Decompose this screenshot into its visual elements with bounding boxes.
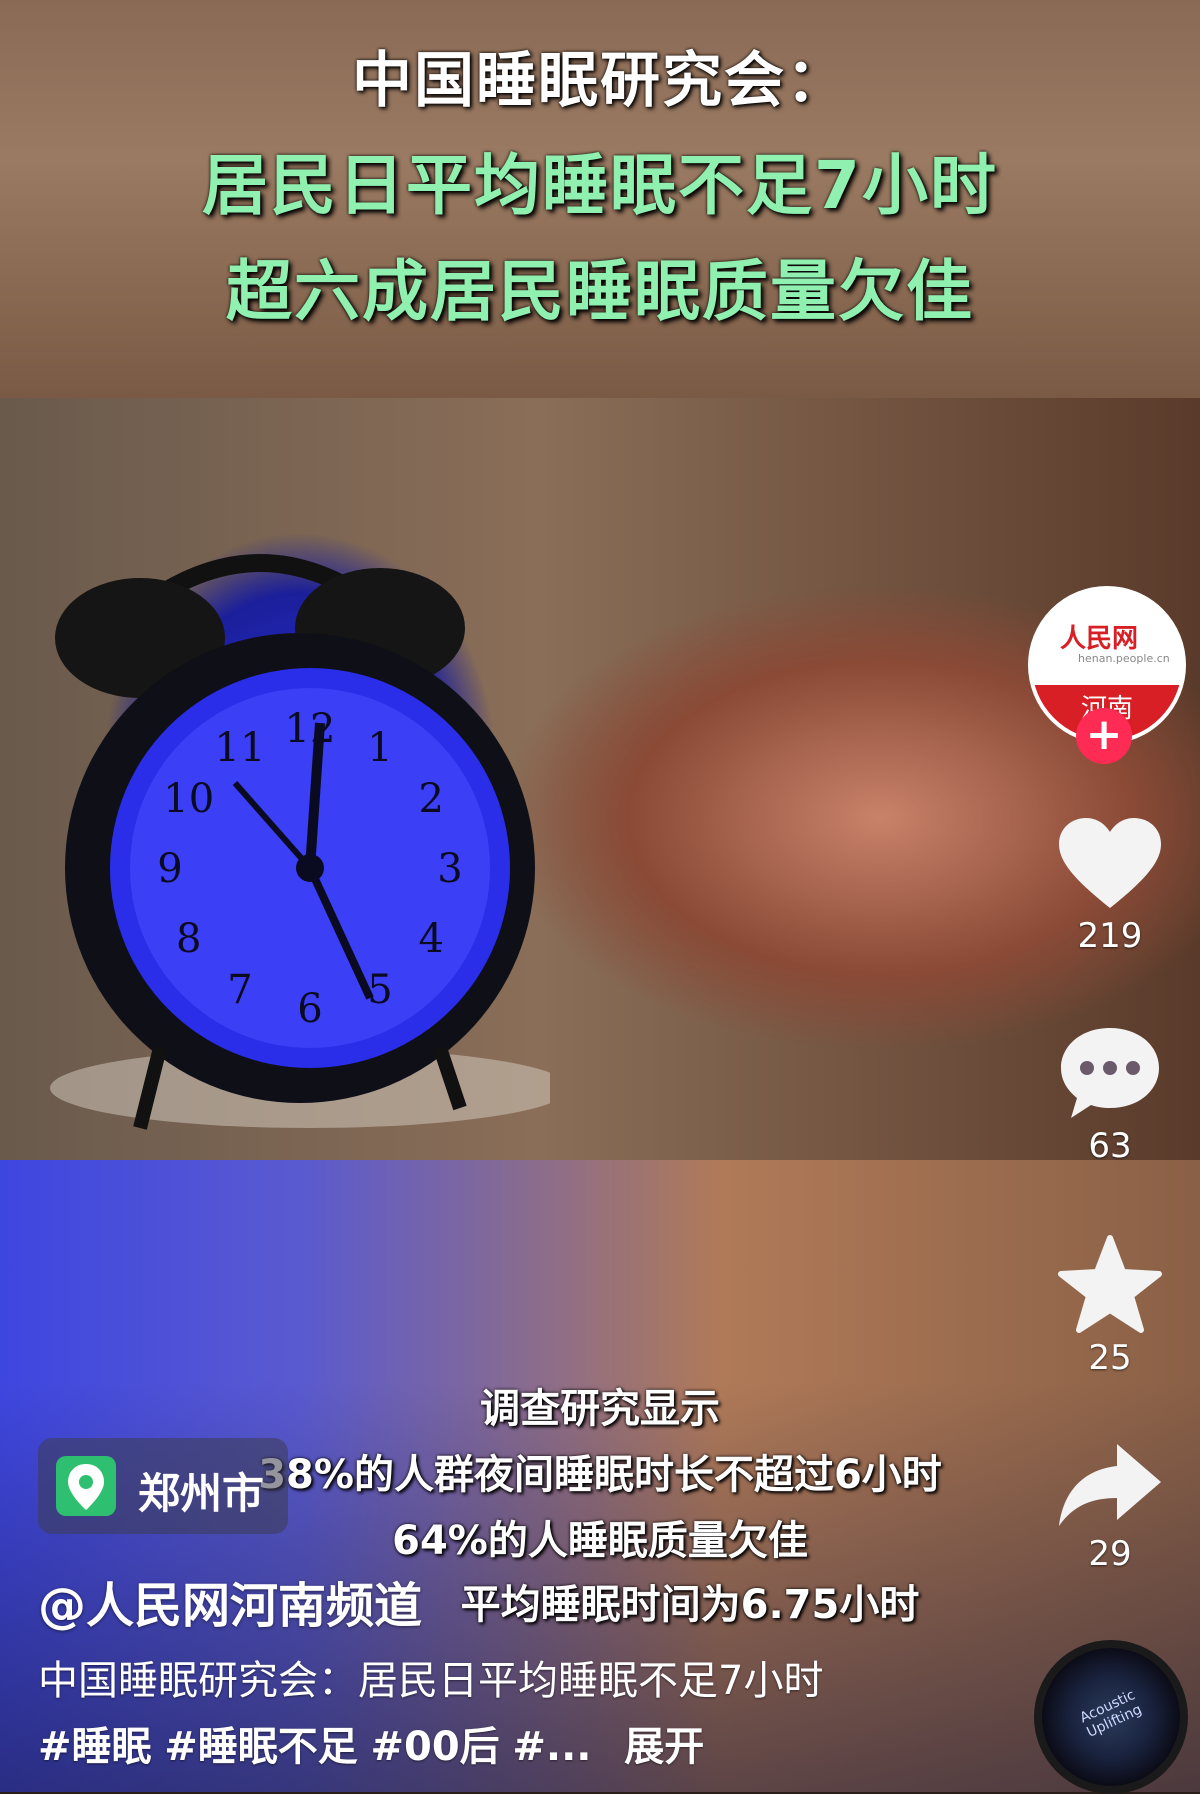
star-icon	[1058, 1235, 1162, 1333]
music-disc[interactable]: Acoustic Uplifting	[1034, 1640, 1188, 1794]
author-name[interactable]: @人民网河南频道	[38, 1566, 422, 1636]
music-title: Acoustic Uplifting	[1077, 1687, 1145, 1741]
comment-bubble-icon	[1061, 1028, 1159, 1118]
subtitle-line-1: 调查研究显示	[480, 1386, 720, 1432]
comment-button[interactable]: 63	[1040, 1022, 1180, 1166]
clock-numeral: 5	[367, 967, 392, 1013]
subtitle-line-3: 64%的人睡眠质量欠佳	[392, 1518, 808, 1564]
like-count: 219	[1077, 916, 1143, 956]
clock-numeral: 10	[163, 776, 214, 822]
location-tag[interactable]: 郑州市	[38, 1438, 288, 1534]
heart-icon	[1059, 818, 1161, 908]
clock-numeral: 12	[285, 706, 336, 752]
clock-numeral: 6	[297, 986, 322, 1032]
avatar-brand-logo: 人民网	[1060, 624, 1139, 654]
description-text: 中国睡眠研究会：居民日平均睡眠不足7小时	[38, 1658, 824, 1704]
like-button[interactable]: 219	[1040, 816, 1180, 956]
alarm-clock-illustration: 12 12 3 45678 9 1011	[50, 554, 550, 1130]
title-subheadline: 超六成居民睡眠质量欠佳	[226, 253, 974, 330]
comment-count: 63	[1088, 1126, 1132, 1166]
expand-button[interactable]: 展开	[624, 1724, 704, 1770]
subtitle-line-4: 平均睡眠时间为6.75小时	[460, 1582, 920, 1628]
favorite-button[interactable]: 25	[1040, 1234, 1180, 1378]
clock-numeral: 3	[437, 846, 462, 892]
clock-numeral: 8	[176, 916, 201, 962]
clock-numeral: 9	[157, 846, 182, 892]
clock-numeral: 1	[367, 725, 392, 771]
favorite-count: 25	[1088, 1338, 1132, 1378]
hashtag[interactable]: #睡眠不足	[164, 1724, 358, 1770]
title-source: 中国睡眠研究会：	[352, 46, 848, 116]
share-button[interactable]: 29	[1040, 1440, 1180, 1574]
clock-numeral: 7	[227, 967, 252, 1013]
subtitle-line-2: 38%的人群夜间睡眠时长不超过6小时	[258, 1452, 942, 1498]
clock-numeral: 4	[419, 916, 444, 962]
clock-numeral: 2	[419, 776, 444, 822]
title-headline: 居民日平均睡眠不足7小时	[202, 147, 998, 224]
clock-numeral: 11	[215, 725, 266, 771]
video-description: 中国睡眠研究会：居民日平均睡眠不足7小时 #睡眠 #睡眠不足 #00后 #...…	[38, 1648, 898, 1780]
hashtag[interactable]: #00后	[370, 1724, 499, 1770]
share-arrow-icon	[1059, 1444, 1161, 1526]
hashtag[interactable]: #...	[512, 1724, 591, 1770]
follow-button[interactable]: +	[1076, 708, 1132, 764]
location-label: 郑州市	[138, 1469, 265, 1518]
location-pin-icon	[56, 1456, 116, 1516]
avatar-url: henan.people.cn	[1078, 652, 1170, 665]
hashtag[interactable]: #睡眠	[38, 1724, 152, 1770]
share-count: 29	[1088, 1534, 1132, 1574]
